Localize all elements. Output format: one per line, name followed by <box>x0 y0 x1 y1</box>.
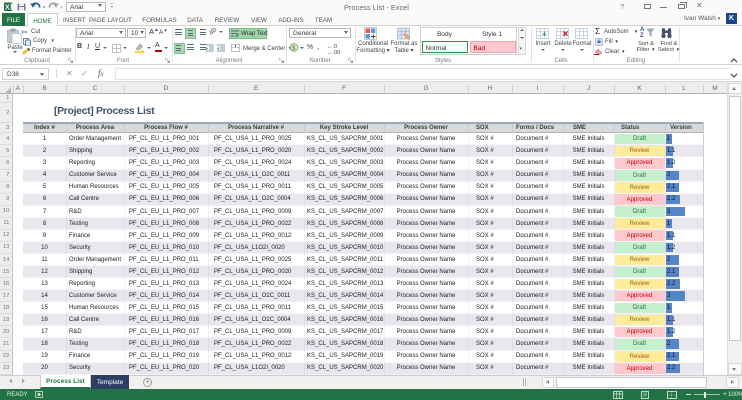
svg-text:✕: ✕ <box>562 30 569 39</box>
svg-text:X: X <box>5 4 10 11</box>
svg-text:$: $ <box>292 45 296 52</box>
svg-text:+: + <box>542 30 547 39</box>
